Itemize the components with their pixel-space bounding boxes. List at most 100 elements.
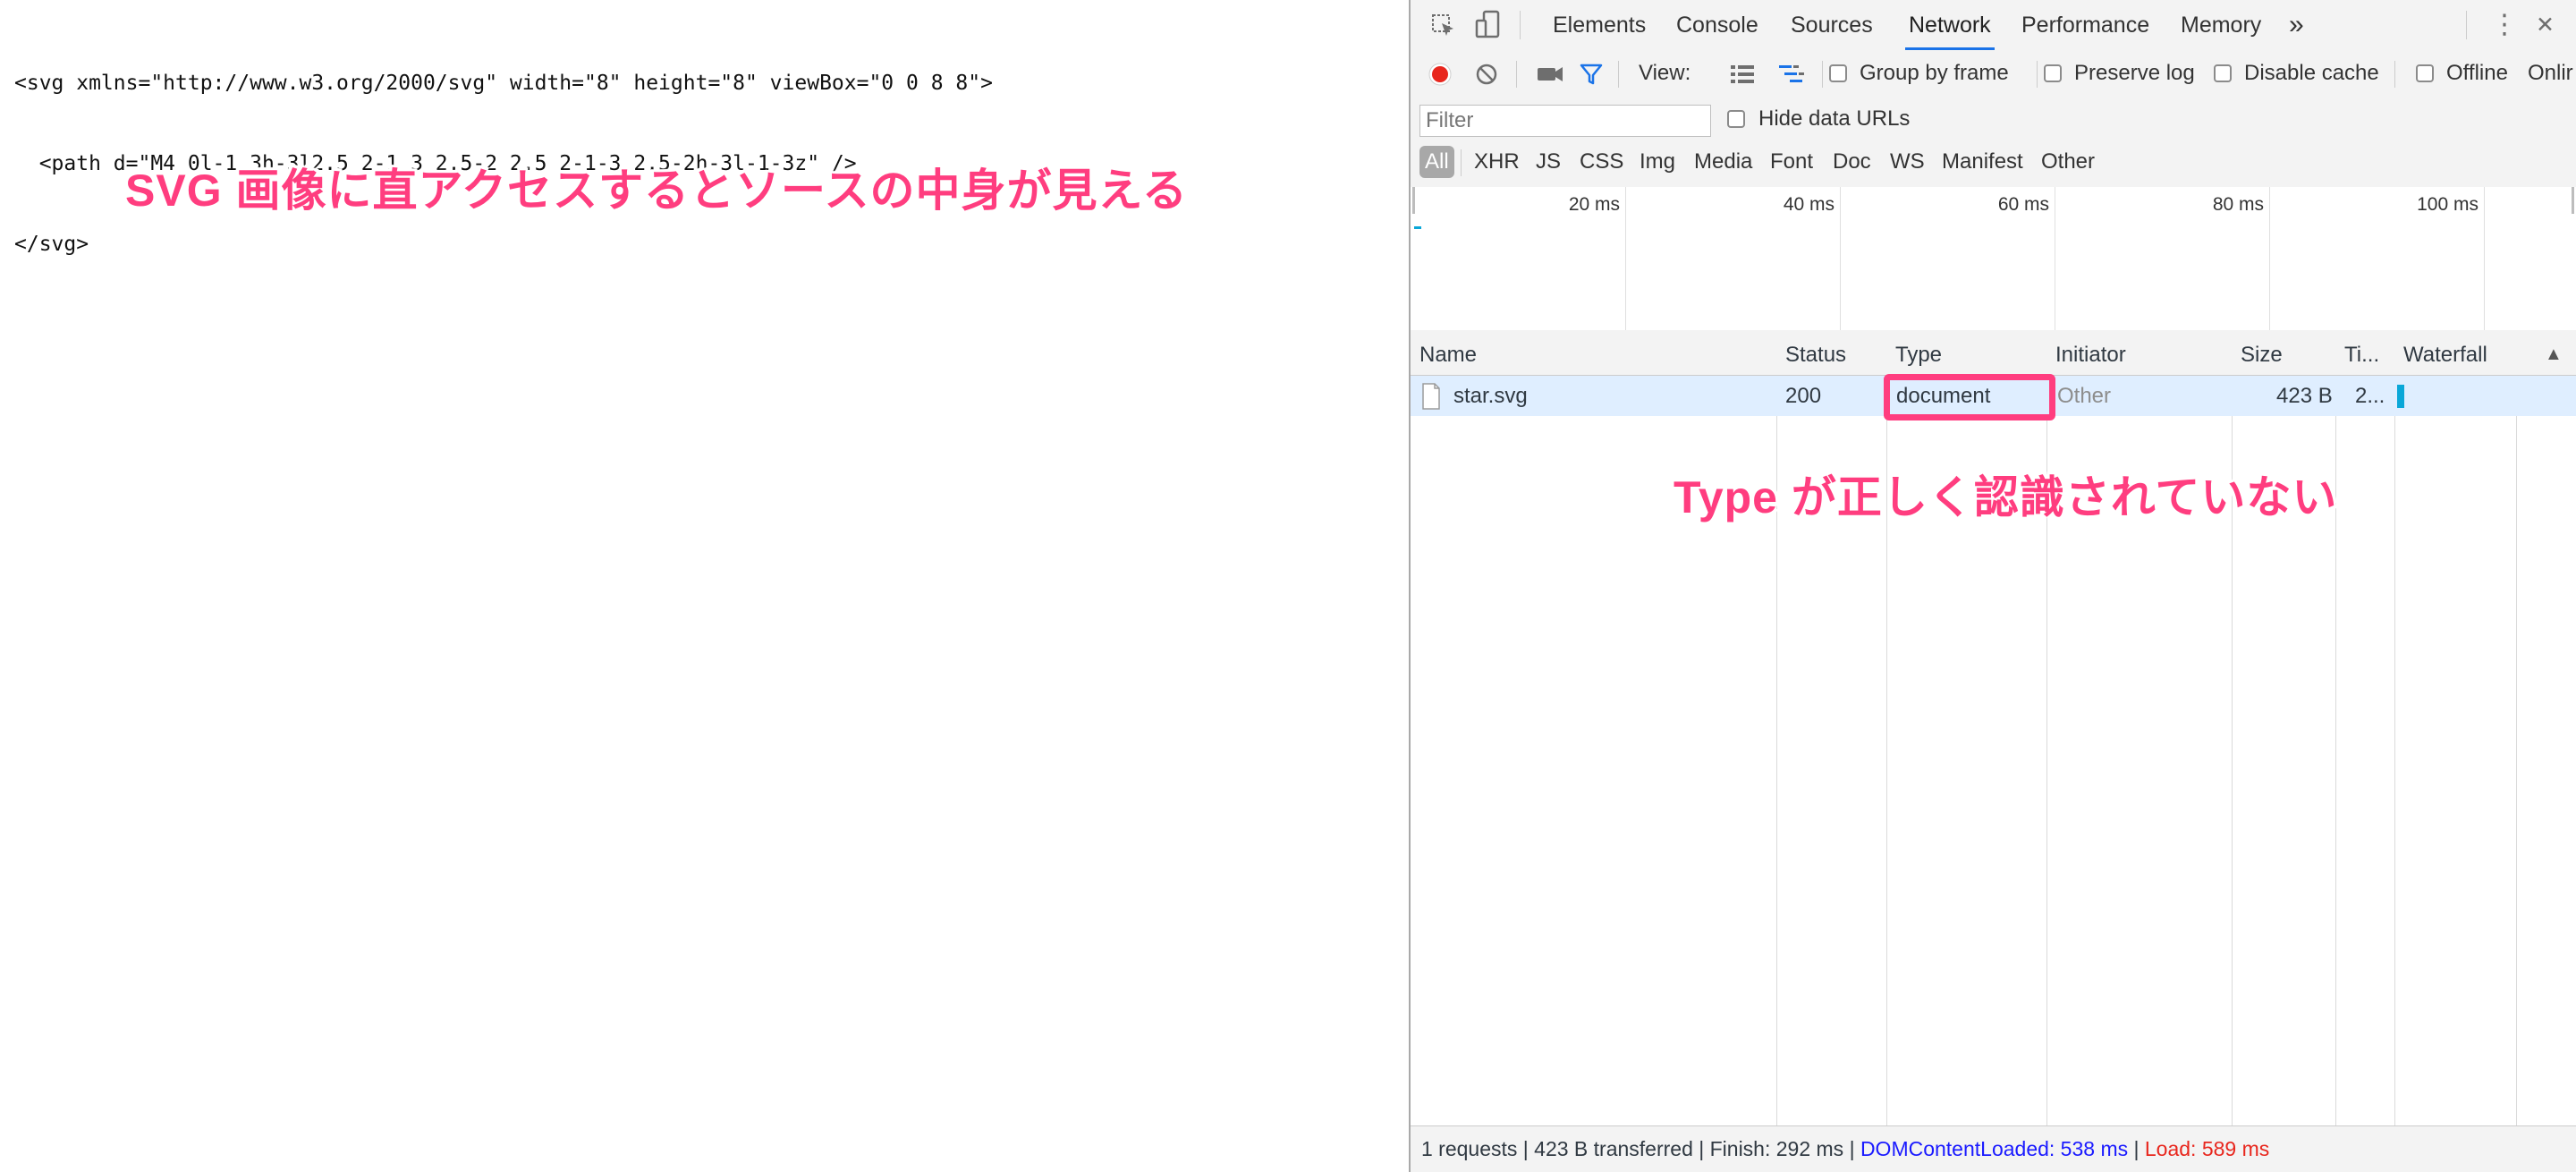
overview-gridline [1625,187,1626,330]
type-filter-xhr[interactable]: XHR [1474,149,1520,174]
page-root: <svg xmlns="http://www.w3.org/2000/svg" … [0,0,2576,1172]
column-header-size[interactable]: Size [2241,343,2283,368]
kebab-menu-icon[interactable]: ⋮ [2491,0,2518,50]
type-filter-all[interactable]: All [1419,146,1454,178]
request-size: 423 B [2276,384,2333,408]
network-summary-bar: 1 requests | 423 B transferred | Finish:… [1411,1125,2576,1172]
group-by-frame-label: Group by frame [1860,61,2009,85]
toolbar-divider [1618,61,1619,88]
more-tabs-icon[interactable]: » [2289,0,2304,50]
column-header-name[interactable]: Name [1419,343,1477,368]
request-name[interactable]: star.svg [1453,384,1528,409]
tab-network[interactable]: Network [1905,0,1995,50]
column-divider [1776,330,1777,1126]
tab-elements[interactable]: Elements [1553,0,1646,50]
filter-input[interactable]: Filter [1419,105,1711,137]
filter-funnel-icon[interactable] [1579,62,1604,87]
request-time: 2... [2355,384,2385,408]
tab-sources[interactable]: Sources [1791,0,1873,50]
toolbar-divider [2466,11,2467,39]
offline-label: Offline [2446,61,2508,85]
large-rows-icon[interactable] [1729,63,1756,86]
disable-cache-checkbox[interactable] [2214,64,2232,82]
preserve-log-checkbox[interactable] [2044,64,2062,82]
overview-tick-label: 20 ms [1568,194,1620,215]
column-divider [2232,330,2233,1126]
overview-handle[interactable] [1412,187,1415,214]
overview-tick-label: 80 ms [2212,194,2264,215]
tab-performance[interactable]: Performance [2021,0,2149,50]
screenshot-camera-icon[interactable] [1536,63,1564,86]
device-toolbar-icon[interactable] [1475,10,1502,40]
column-header-time[interactable]: Ti... [2344,343,2379,368]
overview-gridline [2484,187,2485,330]
view-label: View: [1639,61,1691,85]
toolbar-divider [1461,149,1462,176]
request-status: 200 [1785,384,1822,408]
annotation-type-not-recognized: Type が正しく認識されていない [1674,472,2338,522]
close-icon[interactable]: ✕ [2536,0,2555,50]
inspect-element-icon[interactable] [1430,13,1457,39]
disable-cache-label: Disable cache [2244,61,2379,85]
column-divider [2046,330,2047,1126]
summary-text: 1 requests | 423 B transferred | Finish:… [1421,1137,1860,1160]
toolbar-divider [2037,61,2038,88]
waterfall-bar [2397,385,2404,408]
overview-gridline [1840,187,1841,330]
request-initiator: Other [2057,384,2112,408]
summary-separator: | [2128,1137,2145,1160]
waterfall-gridline [2516,330,2517,1126]
overview-tick-label: 60 ms [1997,194,2049,215]
toolbar-divider [2394,61,2395,88]
toolbar-divider [1520,11,1521,39]
column-header-initiator[interactable]: Initiator [2055,343,2126,368]
column-divider [1886,330,1887,1126]
sort-ascending-icon[interactable]: ▲ [2545,344,2563,365]
preserve-log-label: Preserve log [2074,61,2195,85]
column-header-waterfall[interactable]: Waterfall [2403,343,2487,368]
column-header-status[interactable]: Status [1785,343,1846,368]
group-by-frame-checkbox[interactable] [1829,64,1847,82]
source-line: </svg> [14,233,89,256]
throttling-select[interactable]: Onlir [2528,61,2573,86]
clear-icon[interactable] [1473,61,1500,88]
dom-content-loaded: DOMContentLoaded: 538 ms [1860,1137,2129,1160]
overview-tick-label: 100 ms [2417,194,2479,215]
overview-handle[interactable] [2572,187,2574,214]
toolbar-divider [1516,61,1517,88]
document-file-icon [1422,383,1440,410]
type-filter-manifest[interactable]: Manifest [1942,149,2023,174]
devtools-panel: Elements Console Sources Network Perform… [1409,0,2576,1172]
type-filter-doc[interactable]: Doc [1833,149,1871,174]
type-filter-media[interactable]: Media [1694,149,1752,174]
type-highlight-box [1884,374,2055,420]
resource-type-filters: All XHR JS CSS Img Media Font Doc WS Man… [1411,140,2576,188]
svg-source-pane: <svg xmlns="http://www.w3.org/2000/svg" … [0,0,1409,1172]
network-toolbar: View: Group by frame Preserve log Disabl… [1411,50,2576,98]
overview-tick-label: 40 ms [1783,194,1835,215]
tab-memory[interactable]: Memory [2181,0,2261,50]
load-time: Load: 589 ms [2144,1137,2270,1160]
annotation-source-visible: SVG 画像に直アクセスするとソースの中身が見える [125,166,1188,216]
column-divider [2394,330,2395,1126]
offline-checkbox[interactable] [2416,64,2434,82]
type-filter-img[interactable]: Img [1640,149,1675,174]
hide-data-urls-checkbox[interactable] [1727,110,1745,128]
record-icon[interactable] [1427,61,1453,88]
type-filter-ws[interactable]: WS [1890,149,1925,174]
type-filter-font[interactable]: Font [1770,149,1813,174]
filter-bar: Filter Hide data URLs [1411,98,2576,140]
column-divider [2335,330,2336,1126]
hide-data-urls-label: Hide data URLs [1758,106,1911,131]
type-filter-js[interactable]: JS [1536,149,1561,174]
overview-gridline [2269,187,2270,330]
type-filter-other[interactable]: Other [2041,149,2095,174]
source-line: <svg xmlns="http://www.w3.org/2000/svg" … [14,72,993,95]
column-header-type[interactable]: Type [1895,343,1942,368]
waterfall-overview-icon[interactable] [1777,63,1806,86]
type-filter-css[interactable]: CSS [1580,149,1623,174]
toolbar-divider [1822,61,1823,88]
network-overview[interactable]: 20 ms 40 ms 60 ms 80 ms 100 ms [1411,187,2576,331]
tab-console[interactable]: Console [1676,0,1758,50]
overview-request-bar [1414,226,1421,229]
